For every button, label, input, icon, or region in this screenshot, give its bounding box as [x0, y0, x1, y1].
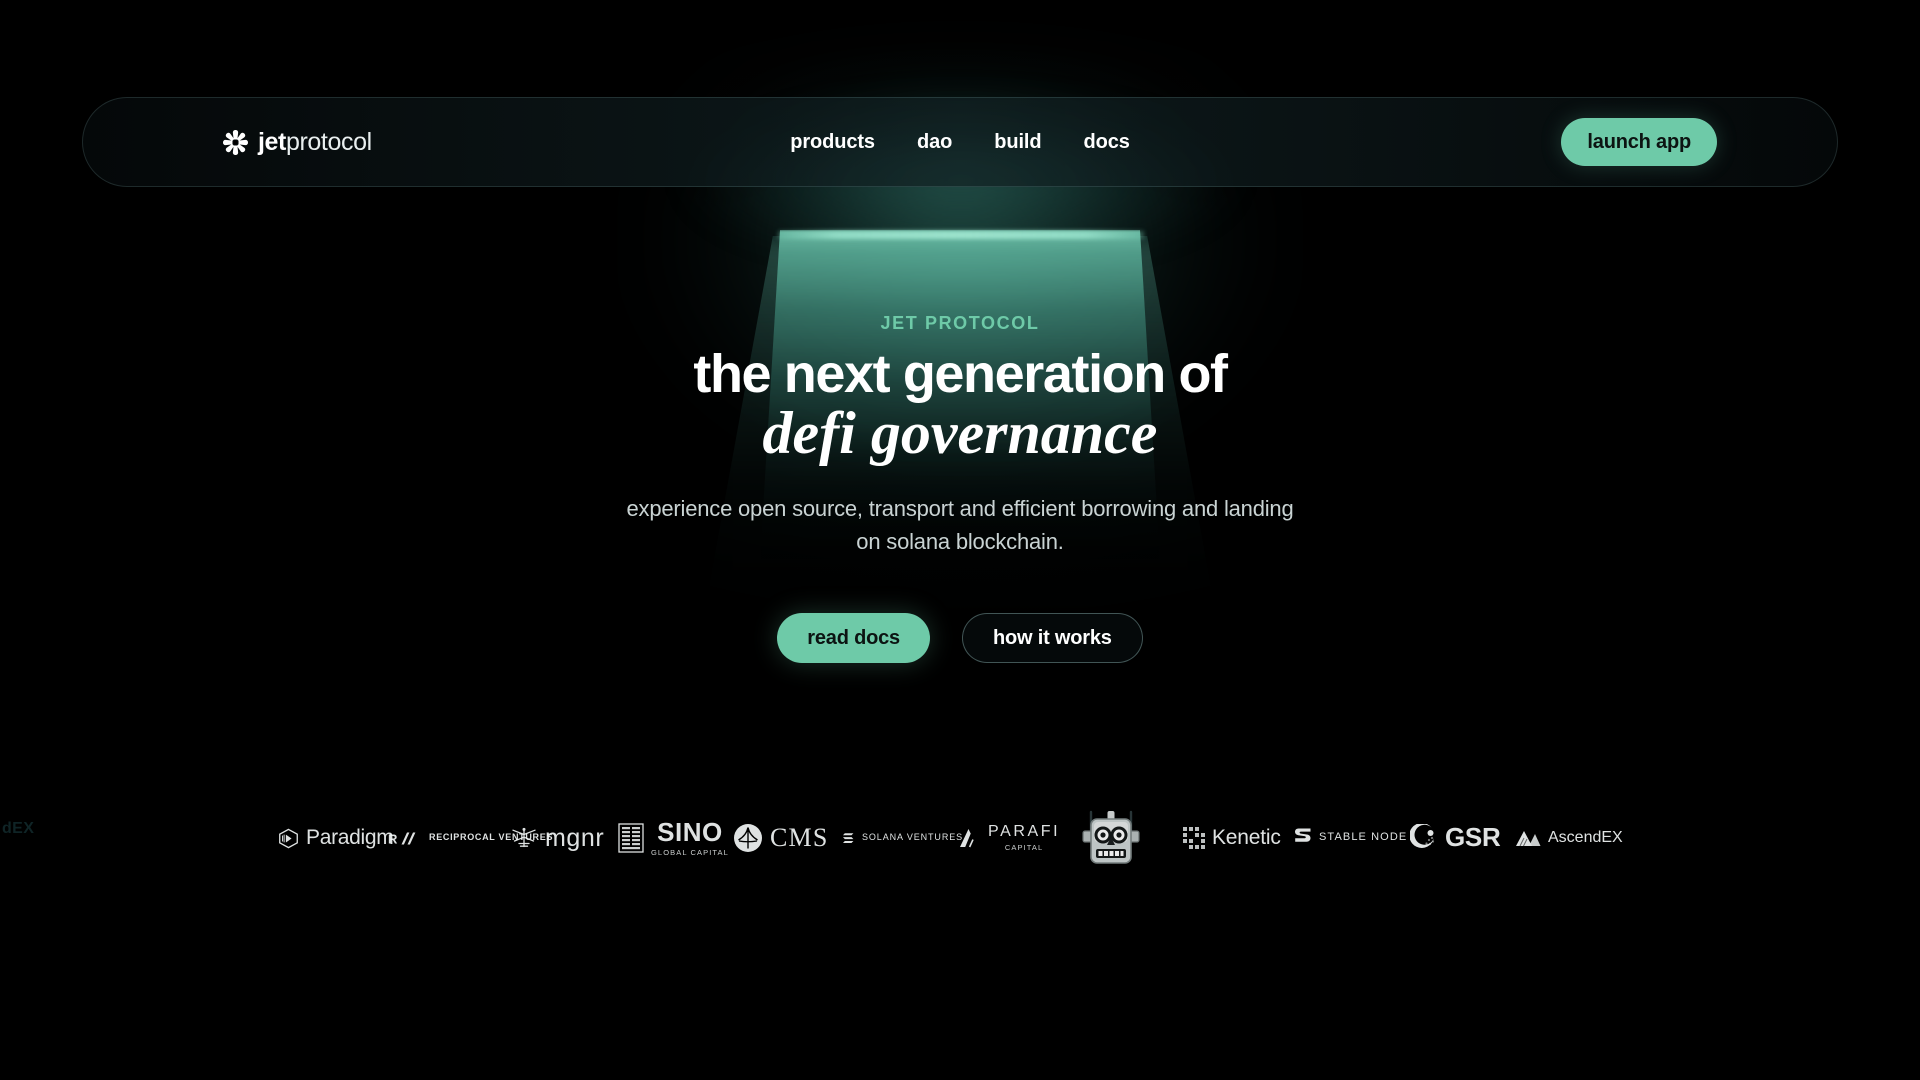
how-it-works-button[interactable]: how it works [961, 613, 1143, 663]
nav-item-docs[interactable]: docs [1084, 131, 1130, 154]
partner-logo-solana-ventures[interactable]: SOLANA VENTURES [843, 800, 963, 876]
reciprocal-slash-icon: R [388, 831, 422, 846]
partner-logo-strip: Paradigm R RECIPROCAL VENTURES mgnr SINO GLOB… [0, 800, 1920, 876]
nav-item-products[interactable]: products [790, 131, 875, 154]
partner-logo-sublabel: CAPITAL [1004, 842, 1044, 852]
partner-logo-label: GSR [1445, 822, 1501, 853]
cms-circle-icon [733, 823, 763, 853]
hero-headline-line1: the next generation of [693, 344, 1228, 404]
sino-seal-icon [618, 823, 644, 853]
partner-logo-label: PARAFI [988, 823, 1061, 841]
partner-logo-sino[interactable]: SINO GLOBAL CAPITAL [618, 800, 729, 876]
read-docs-button[interactable]: read docs [777, 613, 930, 663]
partner-logo-ascendex[interactable]: AscendEX [1515, 800, 1623, 876]
partner-logo-label: mgnr [545, 823, 605, 852]
ascendex-peaks-icon [1515, 829, 1541, 847]
hero-eyebrow: JET PROTOCOL [880, 313, 1040, 333]
partner-logo-label: Paradigm [306, 825, 394, 849]
partner-logo-paradigm[interactable]: Paradigm [278, 800, 394, 876]
partner-logo-label: SOLANA VENTURES [862, 832, 964, 843]
landing-page: jetprotocol products dao build docs laun… [0, 0, 1920, 1080]
hero-cta-row: read docs how it works [0, 613, 1920, 663]
robot-head-icon [1080, 804, 1142, 872]
partner-logo-gsr[interactable]: GSR [1410, 800, 1501, 876]
partner-logo-label: AscendEX [1548, 828, 1623, 846]
mgnr-dragonfly-icon [510, 826, 538, 850]
site-header: jetprotocol products dao build docs laun… [82, 97, 1838, 187]
kenetic-grid-icon [1183, 827, 1205, 849]
partner-logo-kenetic[interactable]: Kenetic [1183, 800, 1281, 876]
partner-logo-mgnr[interactable]: mgnr [510, 800, 604, 876]
nav-item-build[interactable]: build [994, 131, 1041, 154]
partner-logo-label: Kenetic [1212, 825, 1281, 849]
partner-logo-cms[interactable]: CMS [733, 800, 829, 876]
partner-logo-sublabel: GLOBAL CAPITAL [651, 848, 729, 858]
parafi-chevron-icon [957, 826, 981, 850]
launch-app-button[interactable]: launch app [1561, 118, 1717, 166]
partner-logo-label: CMS [770, 823, 829, 853]
partner-logo-robot[interactable] [1080, 800, 1142, 876]
svg-text:R: R [388, 831, 398, 846]
nav-item-dao[interactable]: dao [917, 131, 952, 154]
stable-node-s-icon [1294, 827, 1312, 849]
paradigm-hex-icon [278, 828, 299, 849]
gsr-crescent-icon [1410, 824, 1438, 852]
partner-logo-label: STABLE NODE [1319, 831, 1408, 844]
partner-logo-parafi[interactable]: PARAFI CAPITAL [957, 800, 1060, 876]
solana-bars-icon [843, 831, 855, 845]
hero-subtitle: experience open source, transport and ef… [626, 496, 1294, 555]
hero-headline-line2: defi governance [762, 400, 1158, 466]
spotlight-source-bar [778, 231, 1144, 239]
partner-logo-stable-node[interactable]: STABLE NODE [1294, 800, 1407, 876]
partner-logo-label: SINO [657, 816, 723, 847]
